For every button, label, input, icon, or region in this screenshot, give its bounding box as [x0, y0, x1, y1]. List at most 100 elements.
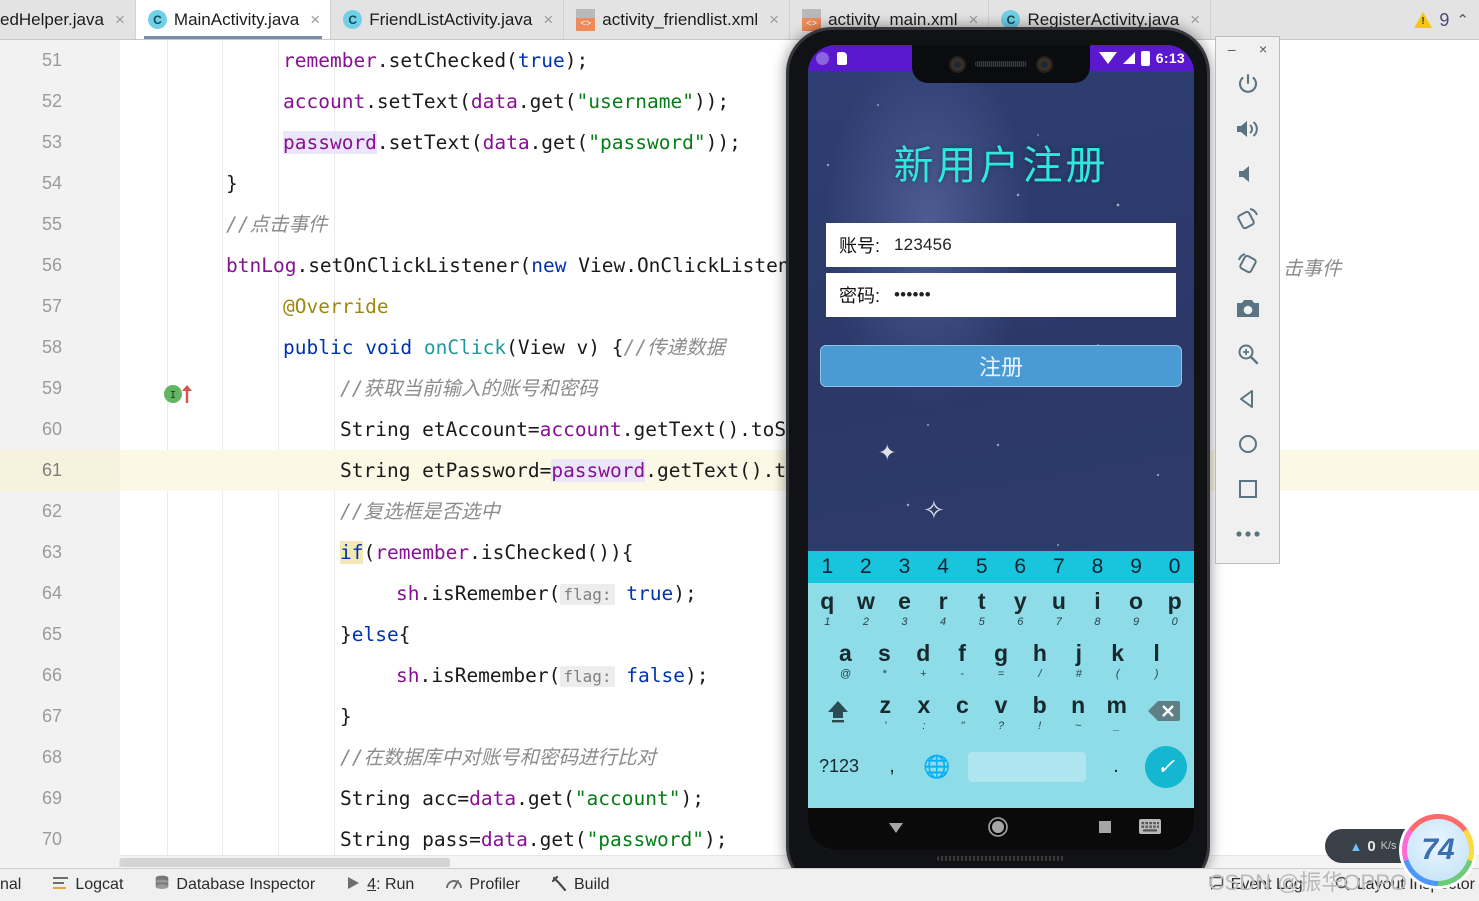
- key-g[interactable]: g =: [982, 642, 1021, 681]
- key-t[interactable]: t5: [962, 590, 1001, 629]
- fold-marker-icon[interactable]: [98, 708, 112, 806]
- fold-marker-icon[interactable]: [98, 257, 112, 355]
- close-icon[interactable]: ×: [769, 10, 779, 30]
- key-a[interactable]: a @: [826, 642, 865, 681]
- tab-mainactivity-java[interactable]: C MainActivity.java ×: [135, 0, 332, 39]
- keyboard-row-bottom[interactable]: z ' x: c " v? b! n ~ m _: [808, 687, 1194, 739]
- key-b[interactable]: b!: [1020, 694, 1059, 733]
- logcat-tool[interactable]: Logcat: [37, 876, 139, 894]
- back-triangle-icon[interactable]: [1216, 376, 1279, 421]
- password-field[interactable]: 密码: ••••••: [826, 273, 1176, 317]
- key-k[interactable]: k(: [1098, 642, 1137, 681]
- key-8[interactable]: 8: [1078, 555, 1117, 579]
- keyboard-row-home[interactable]: a @ s * d + f- g = h / j # k( l): [808, 635, 1194, 687]
- key-c[interactable]: c ": [943, 694, 982, 733]
- tab-friendlistactivity-java[interactable]: C FriendListActivity.java ×: [331, 0, 565, 39]
- key-h[interactable]: h /: [1020, 642, 1059, 681]
- backspace-icon[interactable]: [1136, 699, 1192, 728]
- rotate-left-icon[interactable]: [1216, 196, 1279, 241]
- key-5[interactable]: 5: [962, 555, 1001, 579]
- keyboard-row-qwerty[interactable]: q1 w2 e3 r4 t5 y6 u7 i8 o9 p0: [808, 583, 1194, 635]
- code-line[interactable]: 67 }: [0, 696, 1479, 806]
- check-enter-icon[interactable]: ✓: [1138, 745, 1194, 788]
- soft-keyboard[interactable]: 1 2 3 4 5 6 7 8 9 0 q1 w2 e3 r 4 t 5 y 6…: [808, 551, 1194, 808]
- code-line[interactable]: 64 sh.isRemember(flag: true);: [0, 573, 1479, 614]
- more-dots-icon[interactable]: [1216, 511, 1279, 556]
- run-tool[interactable]: 4: Run: [331, 876, 430, 894]
- nav-recents-icon[interactable]: [1098, 820, 1112, 839]
- keyboard-row-space[interactable]: ?123 , 🌐 . ✓: [808, 739, 1194, 794]
- key-1[interactable]: 1: [808, 555, 847, 579]
- comma-key[interactable]: ,: [870, 755, 914, 778]
- key-e[interactable]: e3: [885, 590, 924, 629]
- key-4[interactable]: 4: [924, 555, 963, 579]
- keyboard-number-row[interactable]: 1 2 3 4 5 6 7 8 9 0: [808, 551, 1194, 583]
- key-w[interactable]: w2: [847, 590, 886, 629]
- rotate-right-icon[interactable]: [1216, 241, 1279, 286]
- emulator-window-controls[interactable]: – ×: [1216, 37, 1279, 61]
- close-button[interactable]: ×: [1259, 41, 1267, 57]
- volume-up-icon[interactable]: [1216, 106, 1279, 151]
- key-f[interactable]: f-: [943, 642, 982, 681]
- key-u[interactable]: u7: [1040, 590, 1079, 629]
- key-d[interactable]: d +: [904, 642, 943, 681]
- account-field[interactable]: 账号: 123456: [826, 223, 1176, 267]
- home-circle-icon[interactable]: [1216, 421, 1279, 466]
- symbols-key[interactable]: ?123: [808, 756, 870, 777]
- code-line[interactable]: 68 //在数据库中对账号和密码进行比对: [0, 737, 1479, 778]
- close-icon[interactable]: ×: [310, 10, 320, 30]
- phone-screen[interactable]: ✦ ✧ ✦ ✧ 6:13: [808, 45, 1194, 850]
- code-line[interactable]: 66 sh.isRemember(flag: false);: [0, 655, 1479, 696]
- overview-square-icon[interactable]: [1216, 466, 1279, 511]
- shift-up-icon[interactable]: [810, 696, 866, 731]
- nav-keyboard-icon[interactable]: [1138, 818, 1162, 840]
- key-z[interactable]: z ': [866, 694, 905, 733]
- key-o[interactable]: o9: [1117, 590, 1156, 629]
- key-6[interactable]: 6: [1001, 555, 1040, 579]
- bottom-tool-window-bar[interactable]: nal Logcat Database Inspector 4: Run Pro…: [0, 868, 1479, 901]
- profiler-tool[interactable]: Profiler: [430, 876, 536, 894]
- fold-marker-icon[interactable]: [98, 175, 112, 273]
- floating-game-widget[interactable]: 74: [1399, 811, 1477, 889]
- period-key[interactable]: .: [1094, 755, 1138, 778]
- nav-back-icon[interactable]: [886, 817, 906, 842]
- event-log-tool[interactable]: Event Log: [1193, 876, 1319, 894]
- key-9[interactable]: 9: [1117, 555, 1156, 579]
- terminal-tool[interactable]: nal: [0, 876, 37, 894]
- fold-marker-icon[interactable]: [98, 544, 112, 642]
- fold-marker-icon[interactable]: [98, 380, 112, 478]
- register-button[interactable]: 注册: [820, 345, 1182, 387]
- key-2[interactable]: 2: [847, 555, 886, 579]
- key-i[interactable]: i8: [1078, 590, 1117, 629]
- minimize-button[interactable]: –: [1228, 41, 1236, 57]
- chevron-up-icon[interactable]: ⌃: [1456, 11, 1469, 29]
- zoom-icon[interactable]: [1216, 331, 1279, 376]
- run-gutter-icon[interactable]: I: [46, 337, 193, 403]
- build-tool[interactable]: Build: [536, 875, 626, 895]
- key-3[interactable]: 3: [885, 555, 924, 579]
- editor-tab-bar[interactable]: edHelper.java × C MainActivity.java × C …: [0, 0, 1479, 40]
- tab-edhelper-java[interactable]: edHelper.java ×: [0, 0, 136, 39]
- key-p[interactable]: p0: [1155, 590, 1194, 629]
- key-x[interactable]: x:: [905, 694, 944, 733]
- nav-home-icon[interactable]: [987, 816, 1009, 843]
- key-n[interactable]: n ~: [1059, 694, 1098, 733]
- scrollbar-thumb[interactable]: [120, 858, 450, 867]
- code-line[interactable]: 70 String pass=data.get("password");: [0, 819, 1479, 860]
- database-inspector-tool[interactable]: Database Inspector: [139, 875, 331, 895]
- tab-activity-friendlist-xml[interactable]: activity_friendlist.xml ×: [564, 0, 791, 39]
- key-l[interactable]: l): [1137, 642, 1176, 681]
- emulator-toolbar[interactable]: – ×: [1215, 36, 1280, 564]
- emulator-window[interactable]: ✦ ✧ ✦ ✧ 6:13: [786, 27, 1210, 897]
- code-line[interactable]: 69 String acc=data.get("account");: [0, 778, 1479, 819]
- key-m[interactable]: m _: [1097, 694, 1136, 733]
- code-line[interactable]: 65 }else{: [0, 614, 1479, 655]
- key-j[interactable]: j #: [1059, 642, 1098, 681]
- key-v[interactable]: v?: [982, 694, 1021, 733]
- close-icon[interactable]: ×: [543, 10, 553, 30]
- globe-language-icon[interactable]: 🌐: [914, 754, 960, 780]
- key-0[interactable]: 0: [1155, 555, 1194, 579]
- screenshot-camera-icon[interactable]: [1216, 286, 1279, 331]
- key-7[interactable]: 7: [1040, 555, 1079, 579]
- volume-down-icon[interactable]: [1216, 151, 1279, 196]
